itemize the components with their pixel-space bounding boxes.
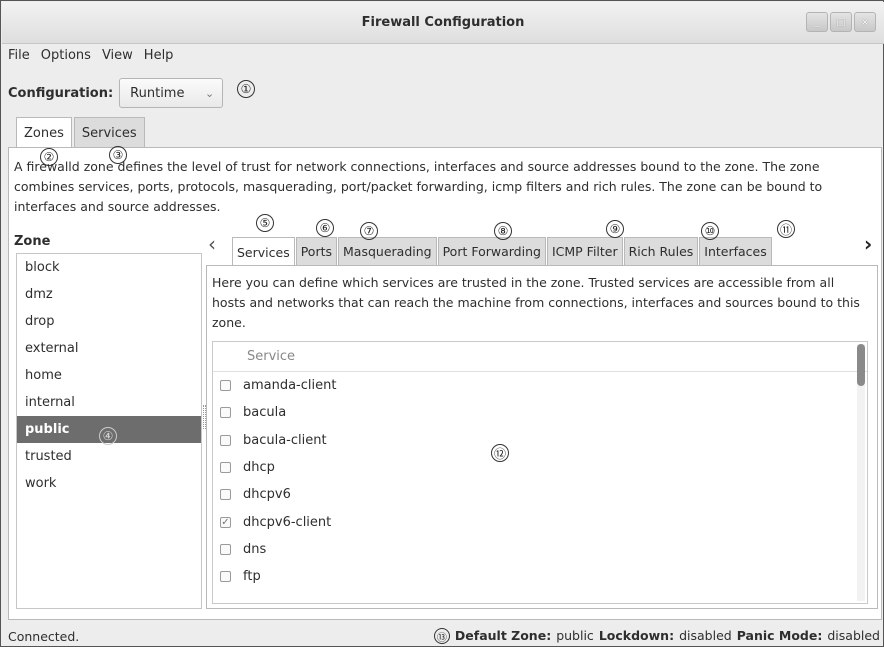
table-row[interactable]: ✓ dhcpv6-client [213,508,867,535]
connection-status: Connected. [8,628,80,644]
panic-mode-label: Panic Mode: [736,628,823,643]
service-checkbox[interactable] [220,462,231,474]
table-row[interactable]: dhcp [213,454,867,481]
service-name: bacula [243,405,287,421]
tab-zone-ports[interactable]: Ports [295,237,338,265]
menu-view[interactable]: View [102,48,133,63]
default-zone-value: public [556,628,594,643]
configuration-value: Runtime [130,85,185,101]
tab-scroll-right-icon[interactable]: › [864,232,872,256]
configuration-row: Configuration: Runtime ⌄ [8,78,224,108]
status-summary: ⑬ Default Zone: public Lockdown: disable… [433,628,880,644]
tab-zones[interactable]: Zones [16,117,72,149]
zones-description: A firewalld zone defines the level of tr… [14,159,823,214]
zone-item-trusted[interactable]: trusted [17,443,201,470]
zone-list-header: Zone [14,234,51,249]
service-name: amanda-client [243,378,337,394]
table-row[interactable]: bacula [213,399,867,426]
close-button[interactable]: × [854,12,876,32]
menu-bar: File Options View Help [8,48,173,63]
callout-2: ② [40,148,58,166]
configuration-label: Configuration: [8,85,114,101]
table-row[interactable]: ftp [213,563,867,590]
scrollbar-thumb[interactable] [857,344,865,386]
menu-options[interactable]: Options [41,48,91,63]
tab-zone-port-forwarding[interactable]: Port Forwarding [437,237,546,265]
tab-zone-icmp-filter[interactable]: ICMP Filter [546,237,623,265]
service-name: bacula-client [243,432,327,448]
zone-item-external[interactable]: external [17,335,201,362]
panic-mode-value: disabled [827,628,880,643]
table-row[interactable]: dns [213,536,867,563]
callout-8: ⑧ [494,222,512,240]
configuration-select[interactable]: Runtime ⌄ [119,78,224,108]
callout-12: ⑫ [491,444,509,462]
table-row[interactable]: amanda-client [213,372,867,399]
lockdown-label: Lockdown: [598,628,675,643]
service-checkbox[interactable] [220,489,231,501]
zone-item-block[interactable]: block [17,254,201,281]
callout-9: ⑨ [606,220,624,238]
tab-zone-rich-rules[interactable]: Rich Rules [623,237,699,265]
callout-4: ④ [99,427,117,445]
tab-zone-services[interactable]: Services [232,237,295,266]
callout-11: ⑪ [777,220,795,238]
table-row[interactable]: bacula-client [213,427,867,454]
callout-7: ⑦ [360,222,378,240]
lockdown-value: disabled [679,628,732,643]
zone-item-drop[interactable]: drop [17,308,201,335]
service-name: dns [243,541,267,557]
default-zone-label: Default Zone: [454,628,552,643]
services-table-header: Service [213,342,867,372]
tab-services[interactable]: Services [73,117,145,148]
service-checkbox-checked[interactable]: ✓ [220,516,231,528]
service-name: dhcpv6 [243,487,291,503]
service-checkbox[interactable] [220,571,231,583]
window-controls: _ □ × [806,12,876,32]
services-description: Here you can define which services are t… [212,275,860,330]
services-table[interactable]: Service amanda-client bacula bacula-clie… [212,341,868,604]
services-scrollbar[interactable] [857,344,865,601]
callout-3: ③ [109,146,127,164]
outer-tab-bar: Zones Services [16,117,147,149]
status-bar: Connected. ⑬ Default Zone: public Lockdo… [8,626,880,646]
service-name: dhcp [243,460,275,476]
service-name: ftp [243,569,261,585]
menu-file[interactable]: File [8,48,30,63]
zone-item-dmz[interactable]: dmz [17,281,201,308]
chevron-down-icon: ⌄ [204,86,215,100]
service-checkbox[interactable] [220,434,231,446]
service-name: dhcpv6-client [243,514,332,530]
callout-5: ⑤ [256,214,274,232]
checkmark-icon: ✓ [221,516,230,528]
zone-item-home[interactable]: home [17,362,201,389]
tab-zone-interfaces[interactable]: Interfaces [699,237,772,265]
tab-scroll-left-icon[interactable]: ‹ [208,232,216,256]
title-bar: Firewall Configuration _ □ × [2,2,884,44]
zone-settings-tab-bar: Services Ports Masquerading Port Forward… [232,237,773,266]
table-row[interactable]: dhcpv6 [213,481,867,508]
service-checkbox[interactable] [220,543,231,555]
window-title: Firewall Configuration [361,15,525,30]
callout-1: ① [237,80,255,98]
service-checkbox[interactable] [220,380,231,392]
callout-6: ⑥ [316,219,334,237]
menu-help[interactable]: Help [144,48,174,63]
maximize-button[interactable]: □ [830,12,852,32]
callout-10: ⑩ [701,222,719,240]
minimize-button[interactable]: _ [806,12,828,32]
zone-item-work[interactable]: work [17,470,201,497]
tab-zone-masquerading[interactable]: Masquerading [338,237,437,265]
zone-item-internal[interactable]: internal [17,389,201,416]
callout-13: ⑬ [433,628,450,644]
service-checkbox[interactable] [220,407,231,419]
